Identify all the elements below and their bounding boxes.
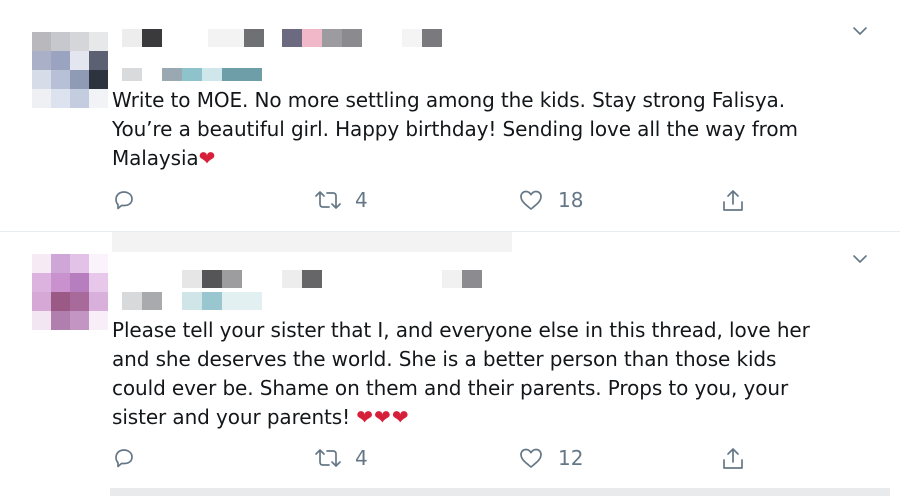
display-name-blurred[interactable] xyxy=(122,29,442,47)
avatar[interactable] xyxy=(32,32,108,108)
share-button[interactable] xyxy=(721,446,745,472)
tweet-text-line: You’re a beautiful girl. Happy birthday!… xyxy=(112,117,798,141)
display-name-blurred xyxy=(122,270,482,288)
retweet-button[interactable]: 4 xyxy=(313,188,368,212)
heart-emoji: ❤❤❤ xyxy=(356,405,410,429)
tweet-text-line: Write to MOE. No more settling among the… xyxy=(112,88,785,112)
tweet-text-line: Please tell your sister that I, and ever… xyxy=(112,318,810,342)
reply-icon xyxy=(115,191,133,210)
like-button[interactable]: 12 xyxy=(518,446,583,470)
retweet-icon xyxy=(315,191,341,209)
tweet-text-line: sister and your parents! ❤❤❤ xyxy=(112,403,810,432)
display-name-blurred[interactable] xyxy=(112,232,512,252)
reply-button[interactable] xyxy=(112,188,136,212)
tweet-1[interactable]: Write to MOE. No more settling among the… xyxy=(0,0,900,232)
tweet-text-fragment: sister and your parents! xyxy=(112,405,351,429)
retweet-count: 4 xyxy=(355,188,368,212)
share-icon xyxy=(723,448,743,469)
retweet-count: 4 xyxy=(355,446,368,470)
tweet-text-line: and she deserves the world. She is a bet… xyxy=(112,347,777,371)
avatar[interactable] xyxy=(32,254,108,330)
retweet-button[interactable]: 4 xyxy=(313,446,368,470)
tweet-text: Please tell your sister that I, and ever… xyxy=(112,316,810,432)
tweet-text: Write to MOE. No more settling among the… xyxy=(112,86,798,173)
reply-button[interactable] xyxy=(112,446,136,470)
handle-blurred xyxy=(122,68,264,81)
tweet-2[interactable]: Please tell your sister that I, and ever… xyxy=(0,232,900,496)
like-count: 12 xyxy=(558,446,584,470)
tweet-text-fragment: Malaysia xyxy=(112,146,199,170)
handle-blurred xyxy=(122,292,262,310)
chevron-down-icon[interactable] xyxy=(852,26,868,36)
like-count: 18 xyxy=(558,188,584,212)
next-tweet-edge xyxy=(110,488,890,496)
heart-emoji: ❤ xyxy=(198,146,216,170)
tweet-text-line: could ever be. Shame on them and their p… xyxy=(112,376,789,400)
tweet-text-line: Malaysia❤ xyxy=(112,144,798,173)
share-button[interactable] xyxy=(721,188,745,214)
like-icon xyxy=(520,190,542,210)
retweet-icon xyxy=(315,449,341,467)
share-icon xyxy=(723,190,743,211)
like-icon xyxy=(520,448,542,468)
reply-icon xyxy=(115,449,133,468)
like-button[interactable]: 18 xyxy=(518,188,583,212)
chevron-down-icon[interactable] xyxy=(852,254,868,264)
